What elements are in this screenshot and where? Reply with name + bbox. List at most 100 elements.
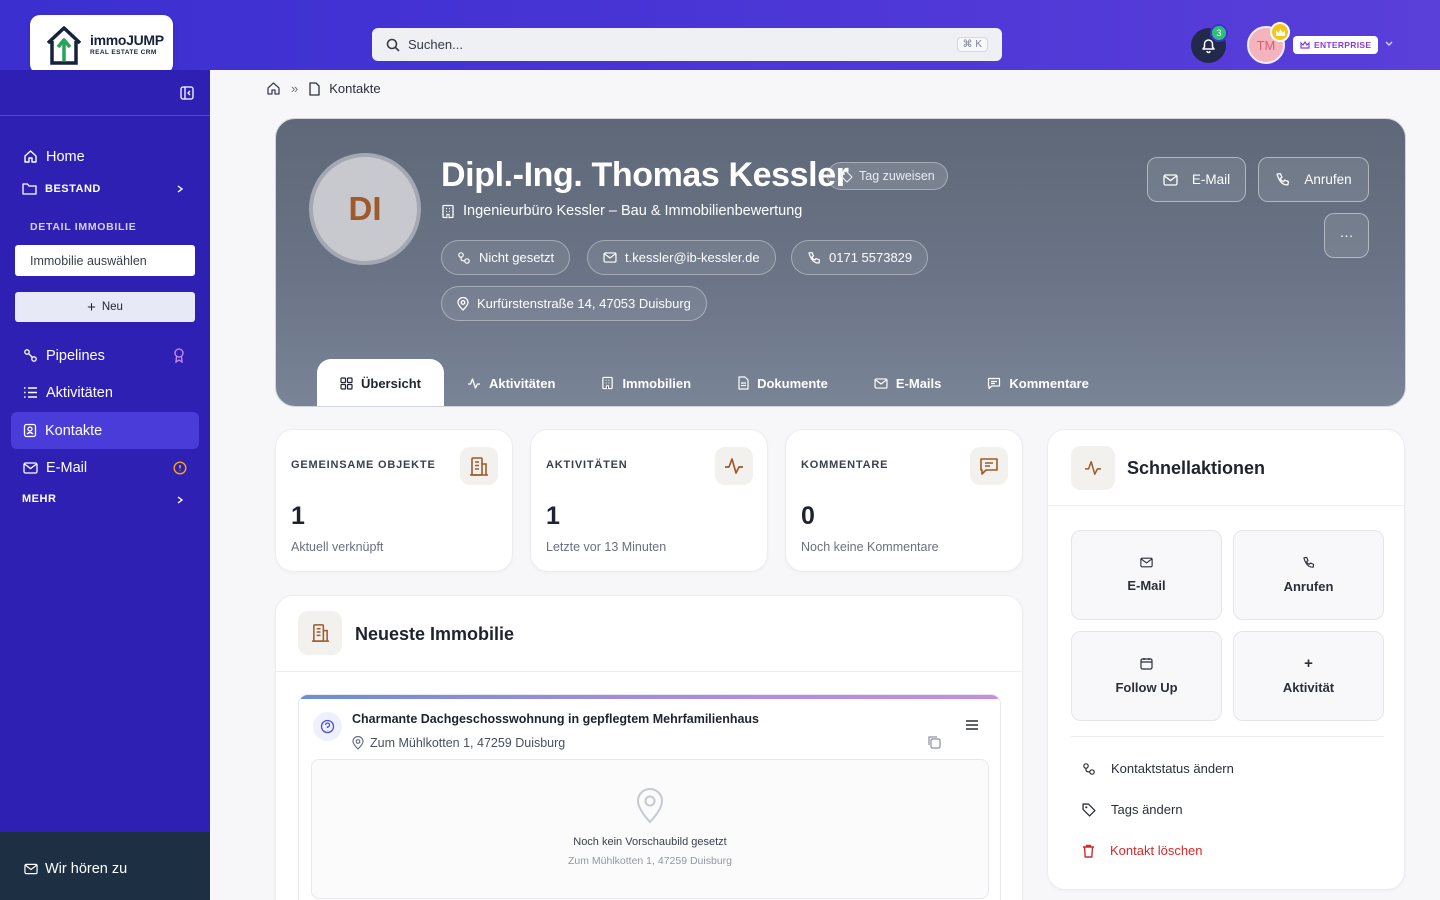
tag-icon — [1082, 802, 1096, 817]
contact-status-pill[interactable]: Nicht gesetzt — [441, 240, 571, 275]
sidebar-item-kontakte[interactable]: Kontakte — [11, 412, 199, 449]
tab-label: Kommentare — [1009, 375, 1089, 391]
sidebar-item-bestand[interactable]: BESTAND — [22, 182, 101, 195]
property-select[interactable]: Immobilie auswählen — [15, 245, 195, 276]
sidebar-item-label: Home — [46, 148, 85, 165]
sidebar-item-pipelines[interactable]: Pipelines — [11, 337, 199, 374]
brand-logo[interactable]: immoJUMP REAL ESTATE CRM — [30, 15, 173, 74]
change-tags-link[interactable]: Tags ändern — [1082, 802, 1183, 817]
map-pin-icon — [636, 788, 664, 824]
mail-icon — [1140, 557, 1153, 568]
comment-icon — [970, 447, 1008, 485]
tab-kommentare[interactable]: Kommentare — [964, 359, 1111, 406]
stat-card-activities: AKTIVITÄTEN 1 Letzte vor 13 Minuten — [530, 429, 768, 572]
quick-followup-button[interactable]: Follow Up — [1071, 631, 1222, 721]
contact-phone-pill[interactable]: 0171 5573829 — [791, 240, 929, 275]
new-property-button[interactable]: + Neu — [15, 292, 195, 322]
chevron-right-icon[interactable] — [175, 495, 185, 505]
contact-email-pill[interactable]: t.kessler@ib-kessler.de — [587, 240, 776, 275]
change-status-link[interactable]: Kontaktstatus ändern — [1082, 761, 1234, 776]
mail-icon — [23, 461, 38, 474]
feedback-label: Wir hören zu — [45, 861, 128, 877]
breadcrumb: » Kontakte — [266, 81, 381, 96]
help-circle-icon — [313, 712, 342, 741]
quick-call-button[interactable]: Anrufen — [1233, 530, 1384, 620]
search-input[interactable]: Suchen... — [408, 37, 957, 52]
property-card[interactable]: Charmante Dachgeschosswohnung in gepfleg… — [298, 694, 1001, 900]
contact-status: Nicht gesetzt — [479, 250, 555, 265]
sidebar-item-mehr[interactable]: MEHR — [22, 493, 56, 505]
feedback-bar[interactable]: Wir hören zu — [0, 832, 210, 900]
contact-hero: DI Dipl.-Ing. Thomas Kessler Tag zuweise… — [275, 118, 1406, 407]
quick-action-label: Aktivität — [1282, 680, 1335, 695]
sidebar-item-aktivitaeten[interactable]: Aktivitäten — [11, 374, 199, 411]
breadcrumb-current: Kontakte — [329, 81, 381, 96]
grid-icon — [340, 376, 353, 390]
more-dots-icon: ··· — [1339, 228, 1354, 243]
quick-action-label: E-Mail — [1127, 578, 1166, 593]
plan-badge[interactable]: ENTERPRISE — [1293, 36, 1379, 54]
company-name: Ingenieurbüro Kessler – Bau & Immobilien… — [463, 203, 803, 219]
call-action-button[interactable]: Anrufen — [1258, 157, 1369, 202]
tab-emails[interactable]: E-Mails — [851, 359, 965, 406]
sidebar-item-home[interactable]: Home — [11, 138, 199, 175]
tab-uebersicht[interactable]: Übersicht — [317, 359, 444, 406]
building-icon — [298, 611, 342, 655]
section-divider — [1071, 736, 1384, 737]
tab-label: Übersicht — [361, 375, 421, 391]
sidebar-item-label: E-Mail — [46, 459, 88, 476]
section-divider — [276, 671, 1024, 672]
tab-aktivitaeten[interactable]: Aktivitäten — [444, 359, 578, 406]
section-title: Neueste Immobilie — [355, 624, 515, 644]
new-button-label: Neu — [101, 301, 123, 313]
home-icon — [24, 150, 37, 163]
assign-tag-button[interactable]: Tag zuweisen — [827, 162, 948, 190]
property-address-text: Zum Mühlkotten 1, 47259 Duisburg — [370, 736, 566, 750]
stat-card-objects: GEMEINSAME OBJEKTE 1 Aktuell verknüpft — [275, 429, 513, 572]
menu-icon[interactable] — [965, 719, 979, 731]
link-label: Tags ändern — [1111, 802, 1183, 817]
sidebar-collapse-icon[interactable] — [180, 86, 194, 100]
property-accent-bar — [299, 695, 1000, 699]
activity-icon — [1071, 446, 1115, 490]
quick-activity-button[interactable]: + Aktivität — [1233, 631, 1384, 721]
calendar-icon — [1140, 658, 1153, 670]
building-icon — [602, 376, 614, 390]
sidebar-item-label: MEHR — [22, 493, 57, 505]
global-search[interactable]: Suchen... ⌘ K — [372, 28, 1002, 61]
more-actions-button[interactable]: ··· — [1324, 213, 1369, 258]
copy-icon[interactable] — [927, 735, 941, 749]
activity-icon — [715, 447, 753, 485]
email-action-button[interactable]: E-Mail — [1147, 157, 1246, 202]
plus-icon: + — [87, 298, 96, 316]
quick-email-button[interactable]: E-Mail — [1071, 530, 1222, 620]
crown-small-icon — [1300, 41, 1310, 49]
contact-address: Kurfürstenstraße 14, 47053 Duisburg — [477, 296, 691, 311]
map-pin-icon — [457, 296, 469, 311]
tab-label: Immobilien — [622, 375, 692, 391]
chevron-down-icon[interactable] — [1384, 40, 1394, 48]
chevron-right-icon[interactable] — [175, 184, 185, 194]
sidebar-section-detail: DETAIL IMMOBILIE — [30, 221, 137, 233]
stat-value: 1 — [291, 502, 305, 530]
sidebar: Home BESTAND DETAIL IMMOBILIE Immobilie … — [0, 70, 210, 900]
stat-subtitle: Aktuell verknüpft — [291, 540, 384, 554]
property-title[interactable]: Charmante Dachgeschosswohnung in gepfleg… — [352, 712, 759, 726]
sidebar-item-email[interactable]: E-Mail — [11, 449, 199, 486]
contact-tabs: Übersicht Aktivitäten Immobilien Dokumen… — [317, 359, 1112, 406]
quick-action-label: Follow Up — [1115, 680, 1178, 695]
contact-address-pill[interactable]: Kurfürstenstraße 14, 47053 Duisburg — [441, 286, 707, 321]
tab-dokumente[interactable]: Dokumente — [714, 359, 851, 406]
tab-immobilien[interactable]: Immobilien — [578, 359, 714, 406]
contact-avatar: DI — [309, 153, 421, 265]
building-icon — [460, 447, 498, 485]
stat-label: KOMMENTARE — [801, 459, 889, 471]
latest-property-card: Neueste Immobilie Charmante Dachgeschoss… — [275, 595, 1024, 900]
comment-icon — [988, 377, 1001, 389]
phone-icon — [808, 251, 821, 264]
delete-contact-link[interactable]: Kontakt löschen — [1082, 843, 1203, 858]
search-icon — [386, 38, 400, 52]
stat-label: AKTIVITÄTEN — [546, 459, 628, 471]
property-image-placeholder: Noch kein Vorschaubild gesetzt Zum Mühlk… — [311, 759, 989, 899]
home-icon[interactable] — [266, 81, 281, 96]
